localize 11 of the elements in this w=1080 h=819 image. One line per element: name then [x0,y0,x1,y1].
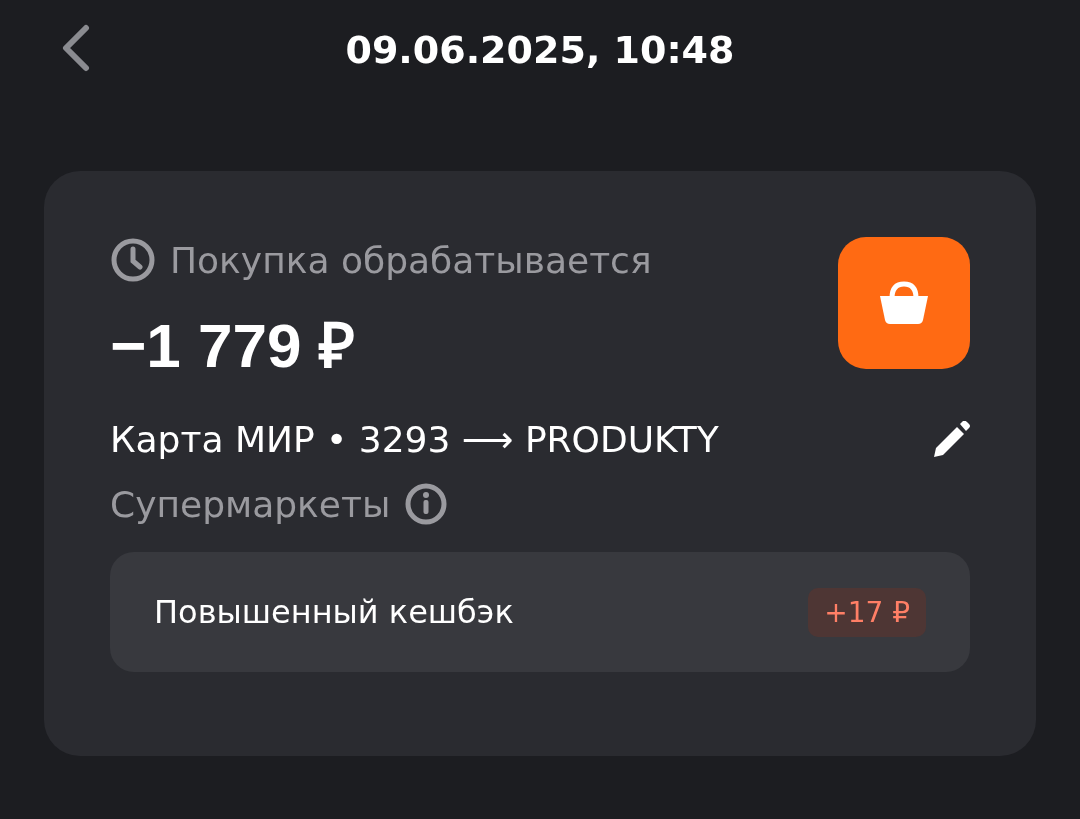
category-text: Супермаркеты [110,483,391,525]
cashback-badge: +17 ₽ [808,587,926,637]
clock-icon [110,237,156,283]
info-icon[interactable] [404,482,449,526]
basket-icon [838,237,970,369]
cashback-label: Повышенный кешбэк [154,593,514,631]
edit-icon[interactable] [932,420,970,459]
payment-route: Карта МИР • 3293 ⟶ PRODUKTY [110,419,719,460]
status-text: Покупка обрабатывается [170,239,652,281]
page-title: 09.06.2025, 10:48 [345,28,735,72]
amount-text: −1 779 ₽ [110,310,356,382]
